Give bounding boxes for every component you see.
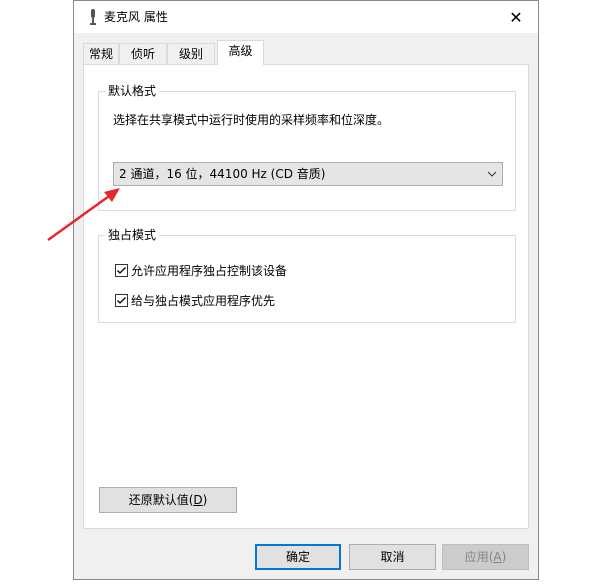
exclusive-mode-group: 独占模式 允许应用程序独占控制该设备 给与独占模式应用程序优先	[98, 227, 516, 323]
apply-label: 应用(	[464, 550, 494, 564]
ok-button[interactable]: 确定	[255, 544, 341, 570]
allow-exclusive-option[interactable]: 允许应用程序独占控制该设备	[115, 262, 287, 279]
exclusive-priority-option[interactable]: 给与独占模式应用程序优先	[115, 292, 275, 309]
default-format-group: 默认格式 选择在共享模式中运行时使用的采样频率和位深度。 2 通道，16 位，4…	[98, 83, 516, 211]
chevron-down-icon	[487, 171, 497, 177]
close-button[interactable]: ✕	[494, 1, 538, 33]
apply-mnemonic: A	[493, 550, 502, 564]
restore-defaults-label: 还原默认值(	[128, 493, 194, 507]
default-format-description: 选择在共享模式中运行时使用的采样频率和位深度。	[113, 113, 390, 127]
cancel-button[interactable]: 取消	[349, 544, 436, 570]
allow-exclusive-label: 允许应用程序独占控制该设备	[131, 264, 288, 278]
apply-label-end: )	[501, 550, 507, 564]
exclusive-mode-legend: 独占模式	[105, 227, 160, 243]
checkmark-icon	[117, 267, 126, 274]
tab-general[interactable]: 常规	[83, 43, 119, 64]
title-bar: 麦克风 属性 ✕	[74, 1, 538, 33]
apply-button[interactable]: 应用(A)	[442, 544, 529, 570]
microphone-icon	[90, 9, 96, 25]
checkmark-icon	[117, 297, 126, 304]
advanced-panel: 默认格式 选择在共享模式中运行时使用的采样频率和位深度。 2 通道，16 位，4…	[83, 64, 529, 529]
window-title: 麦克风 属性	[104, 10, 168, 24]
sample-rate-select[interactable]: 2 通道，16 位，44100 Hz (CD 音质)	[113, 162, 503, 186]
restore-defaults-label-end: )	[202, 493, 208, 507]
default-format-legend: 默认格式	[105, 83, 160, 99]
exclusive-priority-checkbox[interactable]	[115, 294, 128, 307]
allow-exclusive-checkbox[interactable]	[115, 264, 128, 277]
tab-listen[interactable]: 侦听	[119, 43, 167, 64]
tab-advanced[interactable]: 高级	[217, 40, 264, 65]
exclusive-priority-label: 给与独占模式应用程序优先	[131, 294, 276, 308]
sample-rate-value: 2 通道，16 位，44100 Hz (CD 音质)	[119, 167, 326, 181]
microphone-properties-dialog: 麦克风 属性 ✕ 常规 侦听 级别 高级 默认格式 选择在共享模式中运行时使用的…	[73, 0, 539, 580]
tab-levels[interactable]: 级别	[167, 43, 215, 64]
restore-defaults-button[interactable]: 还原默认值(D)	[99, 487, 237, 513]
restore-defaults-mnemonic: D	[193, 493, 203, 507]
close-icon: ✕	[509, 7, 523, 27]
